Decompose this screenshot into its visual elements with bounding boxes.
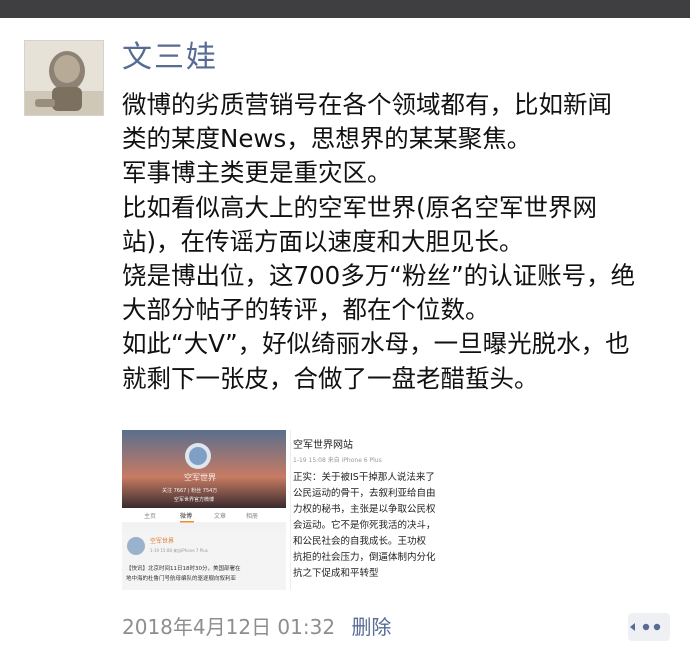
content-line: 军事博主类更是重灾区。 [122,158,392,188]
svg-text:1-19 15:08 来自 iPhone 6 Plus: 1-19 15:08 来自 iPhone 6 Plus [293,456,382,464]
svg-text:地中海的杜鲁门号航母编队的驱逐舰向叙利亚: 地中海的杜鲁门号航母编队的驱逐舰向叙利亚 [126,574,237,582]
content-line: 就剩下一张皮，合做了一盘老醋蜇头。 [122,363,539,393]
content-line: 类的某度News，思想界的某某聚焦。 [122,124,532,154]
svg-text:【快讯】北京时间11日18时30分，美国部署在: 【快讯】北京时间11日18时30分，美国部署在 [126,564,241,572]
avatar-photo [25,41,103,115]
post-footer: 2018年4月12日 01:32 删除 [122,612,391,642]
svg-text:主页: 主页 [144,512,156,520]
comment-button[interactable] [628,613,670,641]
svg-text:抗拒的社会压力，倒逼体制内分化: 抗拒的社会压力，倒逼体制内分化 [293,551,436,563]
content-line: 如此“大V”，好似绮丽水母，一旦曝光脱水，也 [122,329,630,359]
comment-dots-icon [630,623,661,631]
svg-text:空军世界网站: 空军世界网站 [293,438,353,451]
content-line: 饶是博出位，这700多万“粉丝”的认证账号，绝 [122,261,636,291]
svg-text:关注 7667 | 粉丝 754万: 关注 7667 | 粉丝 754万 [162,487,217,494]
svg-text:1-19 15:08 来自iPhone 7 Plus: 1-19 15:08 来自iPhone 7 Plus [150,547,208,553]
delete-button[interactable]: 删除 [351,615,391,639]
post-timestamp: 2018年4月12日 01:32 [122,615,336,639]
post-image-1[interactable]: 空军世界 关注 7667 | 粉丝 754万 空军世界官方微博 主页 微博 文章… [122,430,286,590]
svg-text:抗之下促成和平转型: 抗之下促成和平转型 [293,567,379,579]
svg-text:空军世界: 空军世界 [150,537,174,545]
content-line: 微博的劣质营销号在各个领域都有，比如新闻 [122,90,612,119]
post-content: 微博的劣质营销号在各个领域都有，比如新闻 类的某度News，思想界的某某聚焦。 … [122,88,682,396]
svg-text:相册: 相册 [246,512,258,520]
content-line: 比如看似高大上的空军世界(原名空军世界网 [122,192,598,222]
svg-text:和公民社会的自我成长。王功权: 和公民社会的自我成长。王功权 [293,535,427,547]
svg-text:会运动。它不是你死我活的决斗，: 会运动。它不是你死我活的决斗， [293,519,436,531]
profile-screenshot: 空军世界 关注 7667 | 粉丝 754万 空军世界官方微博 主页 微博 文章… [122,430,286,582]
content-line: 站)，在传谣方面以速度和大胆见长。 [122,226,524,256]
svg-text:正实：关于被IS干掉那人说法来了: 正实：关于被IS干掉那人说法来了 [293,471,435,483]
status-bar [0,0,690,18]
svg-text:公民运动的骨干，去叙利亚给自由: 公民运动的骨干，去叙利亚给自由 [293,487,436,499]
author-name[interactable]: 文三娃 [122,38,218,78]
svg-text:文章: 文章 [214,512,226,520]
svg-text:空军世界: 空军世界 [184,472,216,482]
avatar[interactable] [24,40,104,116]
post-screenshot: 空军世界网站 1-19 15:08 来自 iPhone 6 Plus 正实：关于… [291,430,457,590]
content-line: 大部分帖子的转评，都在个位数。 [122,295,490,325]
svg-text:力权的秘书，主张是以争取公民权: 力权的秘书，主张是以争取公民权 [293,503,436,515]
post-image-2[interactable]: 空军世界网站 1-19 15:08 来自 iPhone 6 Plus 正实：关于… [290,430,457,590]
svg-text:微博: 微博 [180,512,192,520]
svg-text:空军世界官方微博: 空军世界官方微博 [174,496,214,503]
